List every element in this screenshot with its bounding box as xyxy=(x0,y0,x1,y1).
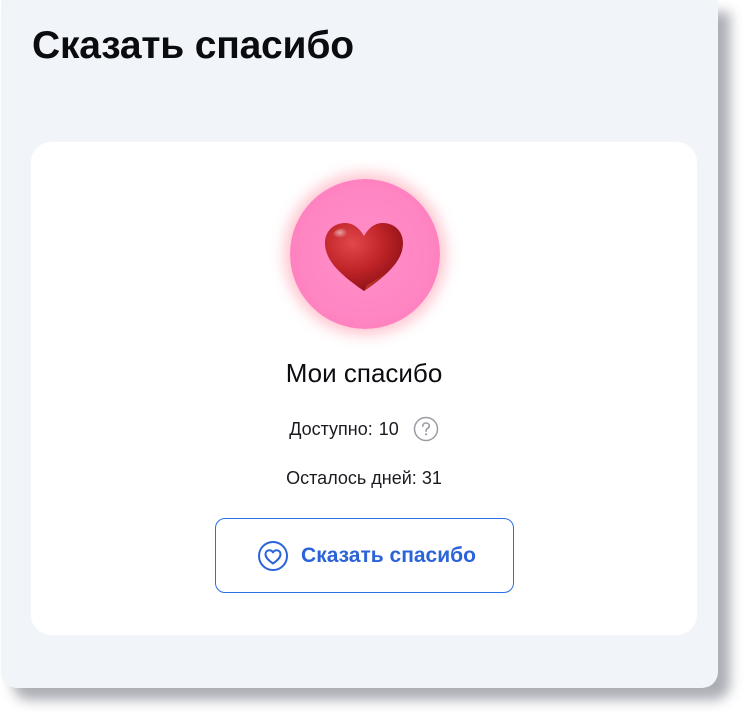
days-left-label: Осталось дней: xyxy=(286,468,417,488)
thanks-avatar xyxy=(290,179,440,329)
available-label: Доступно: xyxy=(289,419,373,439)
say-thanks-button-label: Сказать спасибо xyxy=(301,543,476,567)
available-value: 10 xyxy=(378,419,399,439)
heart-outline-icon xyxy=(257,540,289,572)
heart-icon xyxy=(325,223,403,291)
section-title: Мои спасибо xyxy=(285,358,443,388)
available-row: Доступно: 10 xyxy=(31,416,697,442)
days-left-value: 31 xyxy=(421,468,442,488)
question-icon[interactable] xyxy=(413,416,439,442)
say-thanks-button[interactable]: Сказать спасибо xyxy=(215,518,514,593)
my-thanks-card: Мои спасибо Доступно: 10 Осталось дней: … xyxy=(31,142,697,635)
days-left-row: Осталось дней: 31 xyxy=(31,465,697,491)
page-title: Сказать спасибо xyxy=(32,24,354,67)
thanks-panel: Сказать спасибо Мои спасибо Доступно: 10… xyxy=(1,0,718,688)
